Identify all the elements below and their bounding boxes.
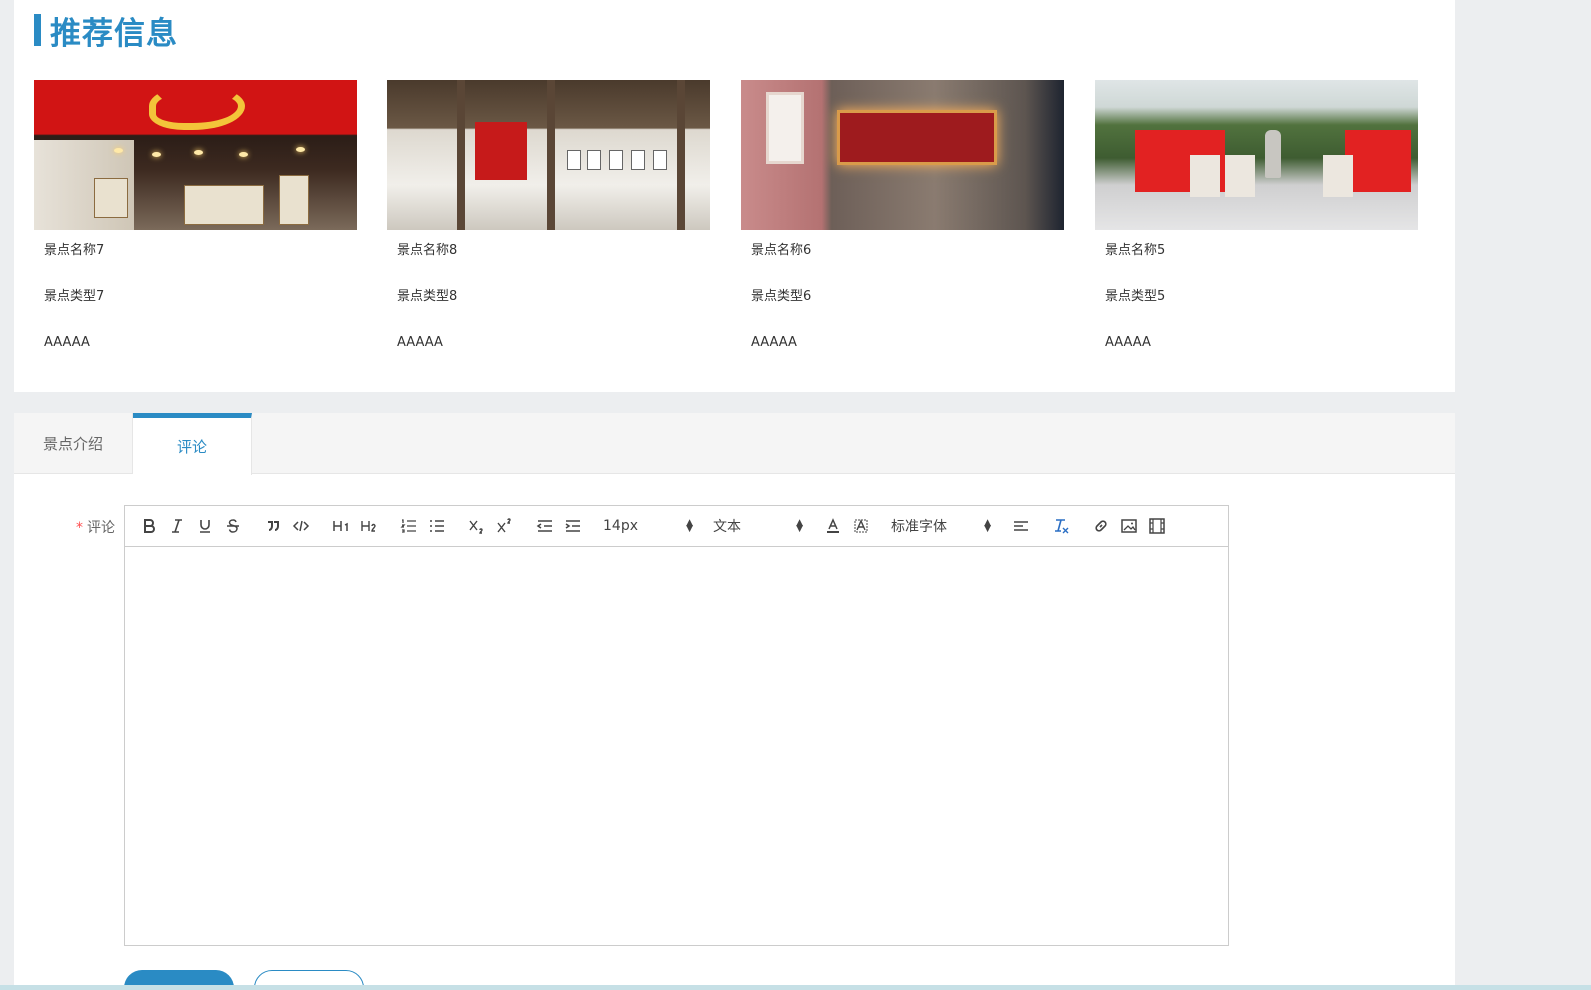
blockquote-icon[interactable] bbox=[259, 514, 287, 538]
bullet-list-icon[interactable] bbox=[423, 514, 451, 538]
attraction-name[interactable]: 景点名称8 bbox=[397, 230, 710, 276]
chevron-updown-icon: ▲ ▼ bbox=[796, 518, 803, 534]
header-picker-value: 文本 bbox=[713, 519, 741, 535]
attraction-card[interactable]: 景点名称6 景点类型6 AAAAA bbox=[741, 80, 1064, 368]
indent-icon[interactable] bbox=[559, 514, 587, 538]
outdent-icon[interactable] bbox=[531, 514, 559, 538]
attraction-type: 景点类型5 bbox=[1105, 289, 1166, 304]
recommend-panel: 推荐信息 景点名称7 景点类型7 AAAAA 景点名称8 景点类型8 AAAAA… bbox=[14, 0, 1455, 392]
code-icon[interactable] bbox=[287, 514, 315, 538]
video-icon[interactable] bbox=[1143, 514, 1171, 538]
recommend-title: 推荐信息 bbox=[50, 15, 178, 52]
editor-content[interactable] bbox=[125, 547, 1228, 945]
font-color-icon[interactable] bbox=[819, 514, 847, 538]
section-title: 推荐信息 bbox=[34, 12, 178, 52]
tab-bar: 景点介绍 评论 bbox=[14, 413, 1455, 475]
title-accent-bar bbox=[34, 14, 41, 46]
image-icon[interactable] bbox=[1115, 514, 1143, 538]
italic-icon[interactable] bbox=[163, 514, 191, 538]
font-size-picker[interactable]: 14px ▲ ▼ bbox=[599, 518, 697, 534]
font-family-picker[interactable]: 标准字体 ▲ ▼ bbox=[887, 516, 995, 536]
attraction-image[interactable] bbox=[1095, 80, 1418, 230]
attraction-type: 景点类型6 bbox=[751, 289, 812, 304]
rich-text-editor: 14px ▲ ▼ 文本 ▲ ▼ 标准字体 ▲ ▼ bbox=[124, 505, 1229, 946]
attraction-image[interactable] bbox=[741, 80, 1064, 230]
clean-format-icon[interactable] bbox=[1047, 514, 1075, 538]
underline-icon[interactable] bbox=[191, 514, 219, 538]
attraction-image[interactable] bbox=[387, 80, 710, 230]
chevron-updown-icon: ▲ ▼ bbox=[686, 518, 693, 534]
attraction-name[interactable]: 景点名称7 bbox=[44, 230, 357, 276]
attraction-image[interactable] bbox=[34, 80, 357, 230]
align-icon[interactable] bbox=[1007, 514, 1035, 538]
bold-icon[interactable] bbox=[135, 514, 163, 538]
header-picker[interactable]: 文本 ▲ ▼ bbox=[709, 516, 807, 536]
detail-panel: 景点介绍 评论 * 评论 14px ▲ ▼ 文本 ▲ ▼ 标准字体 ▲ ▼ bbox=[14, 413, 1455, 990]
h1-icon[interactable] bbox=[327, 514, 355, 538]
required-mark: * bbox=[76, 520, 83, 536]
attraction-card[interactable]: 景点名称8 景点类型8 AAAAA bbox=[387, 80, 710, 368]
background-color-icon[interactable] bbox=[847, 514, 875, 538]
attraction-level: AAAAA bbox=[44, 335, 90, 350]
attraction-card[interactable]: 景点名称5 景点类型5 AAAAA bbox=[1095, 80, 1418, 368]
tab-intro[interactable]: 景点介绍 bbox=[14, 413, 133, 474]
attraction-card[interactable]: 景点名称7 景点类型7 AAAAA bbox=[34, 80, 357, 368]
font-family-value: 标准字体 bbox=[891, 519, 947, 535]
chevron-updown-icon: ▲ ▼ bbox=[984, 518, 991, 534]
subscript-icon[interactable] bbox=[463, 514, 491, 538]
font-size-value: 14px bbox=[603, 518, 638, 534]
attraction-type: 景点类型7 bbox=[44, 289, 105, 304]
attraction-type: 景点类型8 bbox=[397, 289, 458, 304]
editor-toolbar: 14px ▲ ▼ 文本 ▲ ▼ 标准字体 ▲ ▼ bbox=[125, 506, 1228, 547]
attraction-level: AAAAA bbox=[397, 335, 443, 350]
page-bottom-edge bbox=[0, 985, 1591, 990]
attraction-name[interactable]: 景点名称5 bbox=[1105, 230, 1418, 276]
strike-icon[interactable] bbox=[219, 514, 247, 538]
h2-icon[interactable] bbox=[355, 514, 383, 538]
attraction-level: AAAAA bbox=[1105, 335, 1151, 350]
attraction-level: AAAAA bbox=[751, 335, 797, 350]
tab-comment[interactable]: 评论 bbox=[133, 413, 252, 475]
attraction-name[interactable]: 景点名称6 bbox=[751, 230, 1064, 276]
comment-label-text: 评论 bbox=[87, 520, 115, 536]
link-icon[interactable] bbox=[1087, 514, 1115, 538]
superscript-icon[interactable] bbox=[491, 514, 519, 538]
ordered-list-icon[interactable] bbox=[395, 514, 423, 538]
comment-label: * 评论 bbox=[76, 517, 115, 537]
